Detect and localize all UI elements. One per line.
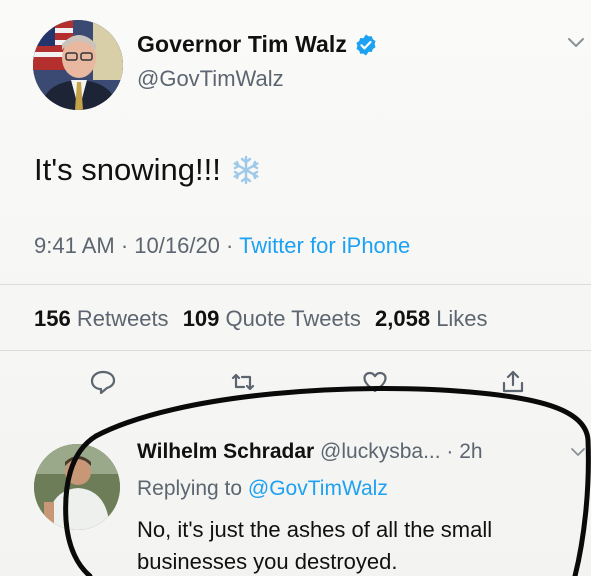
reply-text: No, it's just the ashes of all the small… xyxy=(137,517,493,574)
divider xyxy=(0,350,591,351)
snowflake-emoji-icon xyxy=(233,155,259,185)
author-avatar[interactable] xyxy=(33,20,123,110)
reply-display-name[interactable]: Wilhelm Schradar xyxy=(137,440,314,463)
heart-icon[interactable] xyxy=(362,370,388,394)
comment-icon[interactable] xyxy=(90,370,116,394)
chevron-down-icon[interactable] xyxy=(570,447,586,458)
quote-count: 109 xyxy=(182,306,220,331)
retweets-label: Retweets xyxy=(76,306,169,331)
tweet-text: It's snowing!!! xyxy=(34,152,261,188)
replying-to-mention[interactable]: @GovTimWalz xyxy=(248,477,388,500)
tweet-action-bar xyxy=(0,370,591,400)
screenshot-frame: Governor Tim Walz @GovTimWalz It's snowi… xyxy=(0,0,591,576)
retweet-icon[interactable] xyxy=(230,370,256,394)
meta-separator: · xyxy=(114,233,135,258)
likes-label: Likes xyxy=(436,306,488,331)
likes-count: 2,058 xyxy=(375,306,431,331)
author-display-name[interactable]: Governor Tim Walz xyxy=(137,31,347,58)
share-icon[interactable] xyxy=(500,370,526,394)
retweets-stat[interactable]: 156 Retweets xyxy=(34,306,169,331)
tweet-date: 10/16/20 xyxy=(134,233,220,258)
author-name-row: Governor Tim Walz xyxy=(137,31,378,58)
author-handle[interactable]: @GovTimWalz xyxy=(137,66,284,92)
chevron-down-icon[interactable] xyxy=(566,36,586,50)
reply-header: Wilhelm Schradar @luckysba... · 2h xyxy=(137,440,483,464)
reply-tweet[interactable]: Wilhelm Schradar @luckysba... · 2h Reply… xyxy=(0,420,591,576)
tweet-source-link[interactable]: Twitter for iPhone xyxy=(239,233,410,258)
replying-to-line: Replying to @GovTimWalz xyxy=(137,477,388,501)
quote-label: Quote Tweets xyxy=(225,306,361,331)
meta-separator: · xyxy=(219,233,240,258)
reply-age: 2h xyxy=(459,440,483,463)
meta-separator: · xyxy=(440,440,460,463)
retweets-count: 156 xyxy=(34,306,71,331)
divider xyxy=(0,284,591,285)
reply-handle[interactable]: @luckysba... xyxy=(320,440,441,463)
likes-stat[interactable]: 2,058 Likes xyxy=(375,306,488,331)
tweet-text-content: It's snowing!!! xyxy=(34,152,221,187)
quote-tweets-stat[interactable]: 109 Quote Tweets xyxy=(183,306,361,331)
reply-author-avatar[interactable] xyxy=(34,444,120,530)
replying-prefix: Replying to xyxy=(137,477,243,500)
tweet-stats: 156 Retweets 109 Quote Tweets 2,058 Like… xyxy=(34,306,488,332)
tweet-meta: 9:41 AM · 10/16/20 · Twitter for iPhone xyxy=(34,233,410,259)
tweet-time: 9:41 AM xyxy=(34,233,115,258)
verified-badge-icon xyxy=(356,34,376,55)
